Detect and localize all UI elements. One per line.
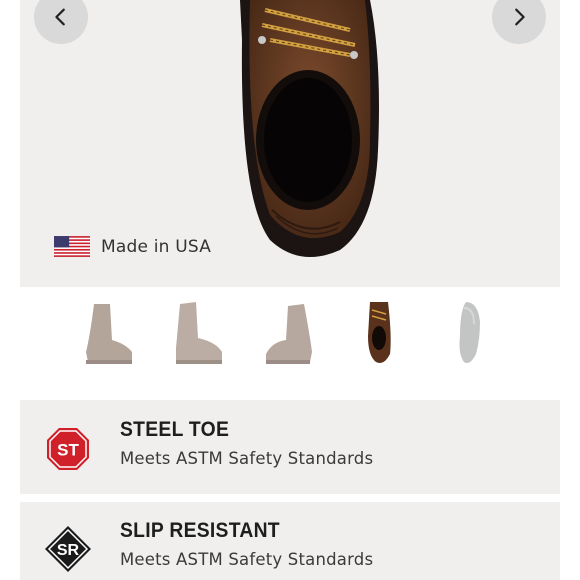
steel-toe-badge-text: ST: [57, 441, 79, 460]
feature-title: SLIP RESISTANT: [120, 519, 280, 542]
made-in-label: Made in USA: [101, 236, 212, 257]
steel-toe-badge-icon: ST: [44, 425, 92, 473]
us-flag-icon: [54, 236, 90, 257]
product-image-gallery: Made in USA: [20, 0, 560, 287]
feature-title: STEEL TOE: [120, 418, 230, 441]
feature-steel-toe: ST STEEL TOE Meets ASTM Safety Standards: [20, 400, 560, 494]
thumbnail-side-profile[interactable]: [166, 296, 232, 372]
chevron-right-icon: [515, 8, 525, 26]
thumbnail-side-angle-reverse[interactable]: [256, 296, 322, 372]
slip-resistant-badge-icon: SR: [44, 525, 92, 573]
thumbnail-strip: [0, 296, 580, 376]
previous-image-button[interactable]: [34, 0, 88, 44]
feature-slip-resistant: SR SLIP RESISTANT Meets ASTM Safety Stan…: [20, 502, 560, 580]
thumbnail-outsole[interactable]: [436, 296, 502, 372]
chevron-left-icon: [55, 8, 65, 26]
made-in-usa-badge: Made in USA: [54, 236, 211, 257]
thumbnail-side-angle[interactable]: [76, 296, 142, 372]
feature-description: Meets ASTM Safety Standards: [120, 550, 374, 569]
slip-resistant-badge-text: SR: [57, 542, 80, 559]
thumbnail-top-down[interactable]: [346, 296, 412, 372]
feature-description: Meets ASTM Safety Standards: [120, 449, 374, 468]
next-image-button[interactable]: [492, 0, 546, 44]
boot-top-view-image: [240, 0, 379, 258]
